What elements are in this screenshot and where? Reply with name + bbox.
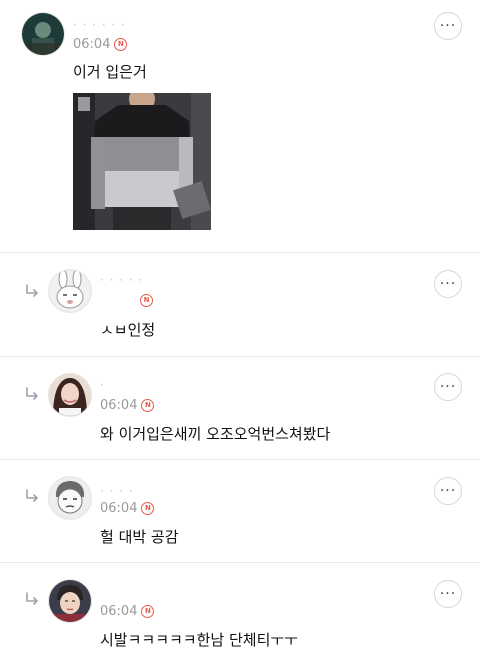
comment-text: ㅅㅂ인정 — [100, 321, 156, 339]
comment-meta: 06:04 N — [100, 501, 155, 516]
reply-arrow-icon — [24, 488, 40, 504]
commenter-name[interactable]: · · · · · — [100, 277, 143, 285]
divider — [0, 356, 480, 357]
reply-arrow-icon — [24, 386, 40, 402]
new-badge-icon: N — [140, 294, 153, 307]
comment-text: 시발ㅋㅋㅋㅋㅋ한남 단체티ㅜㅜ — [100, 631, 298, 649]
divider — [0, 252, 480, 253]
more-options-button[interactable]: ··· — [434, 270, 462, 298]
comment-photo[interactable] — [73, 93, 211, 230]
divider — [0, 562, 480, 563]
new-badge-icon: N — [114, 38, 128, 51]
commenter-name[interactable]: · · · · · · — [73, 22, 126, 30]
new-badge-icon: N — [141, 399, 155, 412]
more-options-button[interactable]: ··· — [434, 580, 462, 608]
comment-meta: 06:04 N — [100, 398, 155, 413]
avatar[interactable] — [48, 579, 92, 623]
commenter-name[interactable]: · — [100, 382, 105, 390]
comment-meta: 06:04 N — [100, 604, 155, 619]
commenter-name[interactable]: · · · · — [100, 488, 134, 496]
more-options-button[interactable]: ··· — [434, 12, 462, 40]
new-badge-icon: N — [141, 605, 155, 618]
comment-time: 06:04 — [100, 501, 138, 516]
more-options-button[interactable]: ··· — [434, 373, 462, 401]
comment-text: 와 이거입은새끼 오조오억번스쳐봤다 — [100, 425, 331, 443]
avatar[interactable] — [48, 373, 92, 417]
more-options-button[interactable]: ··· — [434, 477, 462, 505]
comment-text: 헐 대박 공감 — [100, 528, 179, 546]
comment-time: 06:04 — [100, 398, 138, 413]
reply-arrow-icon — [24, 283, 40, 299]
comment-time: 06:04 — [100, 604, 138, 619]
comment-text: 이거 입은거 — [73, 63, 147, 81]
comment-meta: N — [100, 294, 153, 307]
divider — [0, 459, 480, 460]
avatar[interactable] — [48, 476, 92, 520]
comment-meta: 06:04 N — [73, 37, 128, 52]
avatar[interactable] — [21, 12, 65, 56]
reply-arrow-icon — [24, 591, 40, 607]
new-badge-icon: N — [141, 502, 155, 515]
avatar[interactable] — [48, 269, 92, 313]
comment-time: 06:04 — [73, 37, 111, 52]
